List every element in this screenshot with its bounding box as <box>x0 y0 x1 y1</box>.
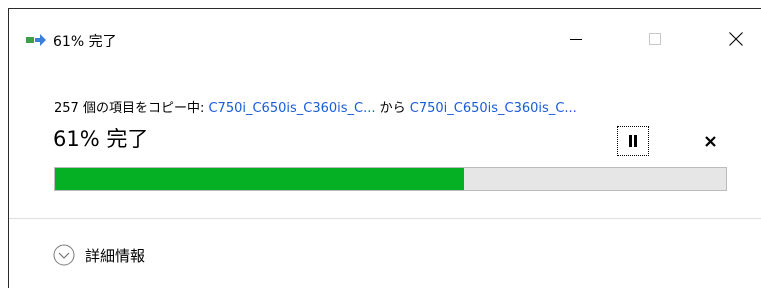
copy-status: 257 個の項目をコピー中: C750i_C650is_C360is_C... … <box>54 97 577 116</box>
background-strip <box>0 0 761 8</box>
pause-button[interactable] <box>617 126 649 156</box>
progress-fill <box>55 168 465 190</box>
more-details-label: 詳細情報 <box>85 246 146 265</box>
window-title: 61% 完了 <box>53 34 117 50</box>
divider <box>9 218 761 219</box>
status-prefix: 257 個の項目をコピー中: <box>54 101 209 116</box>
close-button[interactable] <box>713 19 759 59</box>
source-link[interactable]: C750i_C650is_C360is_C... <box>208 101 375 116</box>
destination-link[interactable]: C750i_C650is_C360is_C... <box>410 101 577 116</box>
cancel-icon <box>704 135 716 147</box>
cancel-button[interactable] <box>694 126 726 156</box>
more-details-toggle[interactable]: 詳細情報 <box>53 240 145 270</box>
copy-progress-icon <box>26 34 46 46</box>
maximize-icon <box>649 33 661 45</box>
status-middle: から <box>375 101 410 116</box>
chevron-down-circle-icon <box>53 244 75 266</box>
minimize-icon <box>570 39 582 40</box>
maximize-button[interactable] <box>632 19 678 59</box>
file-copy-dialog: 61% 完了 257 個の項目をコピー中: C750i_C650is_C360i… <box>8 8 761 288</box>
progress-bar <box>54 167 727 191</box>
close-icon <box>729 32 743 46</box>
title-bar[interactable]: 61% 完了 <box>9 9 761 69</box>
minimize-button[interactable] <box>553 19 599 59</box>
percent-complete: 61% 完了 <box>53 127 149 151</box>
pause-icon <box>629 135 637 147</box>
screen: 61% 完了 257 個の項目をコピー中: C750i_C650is_C360i… <box>0 0 761 288</box>
